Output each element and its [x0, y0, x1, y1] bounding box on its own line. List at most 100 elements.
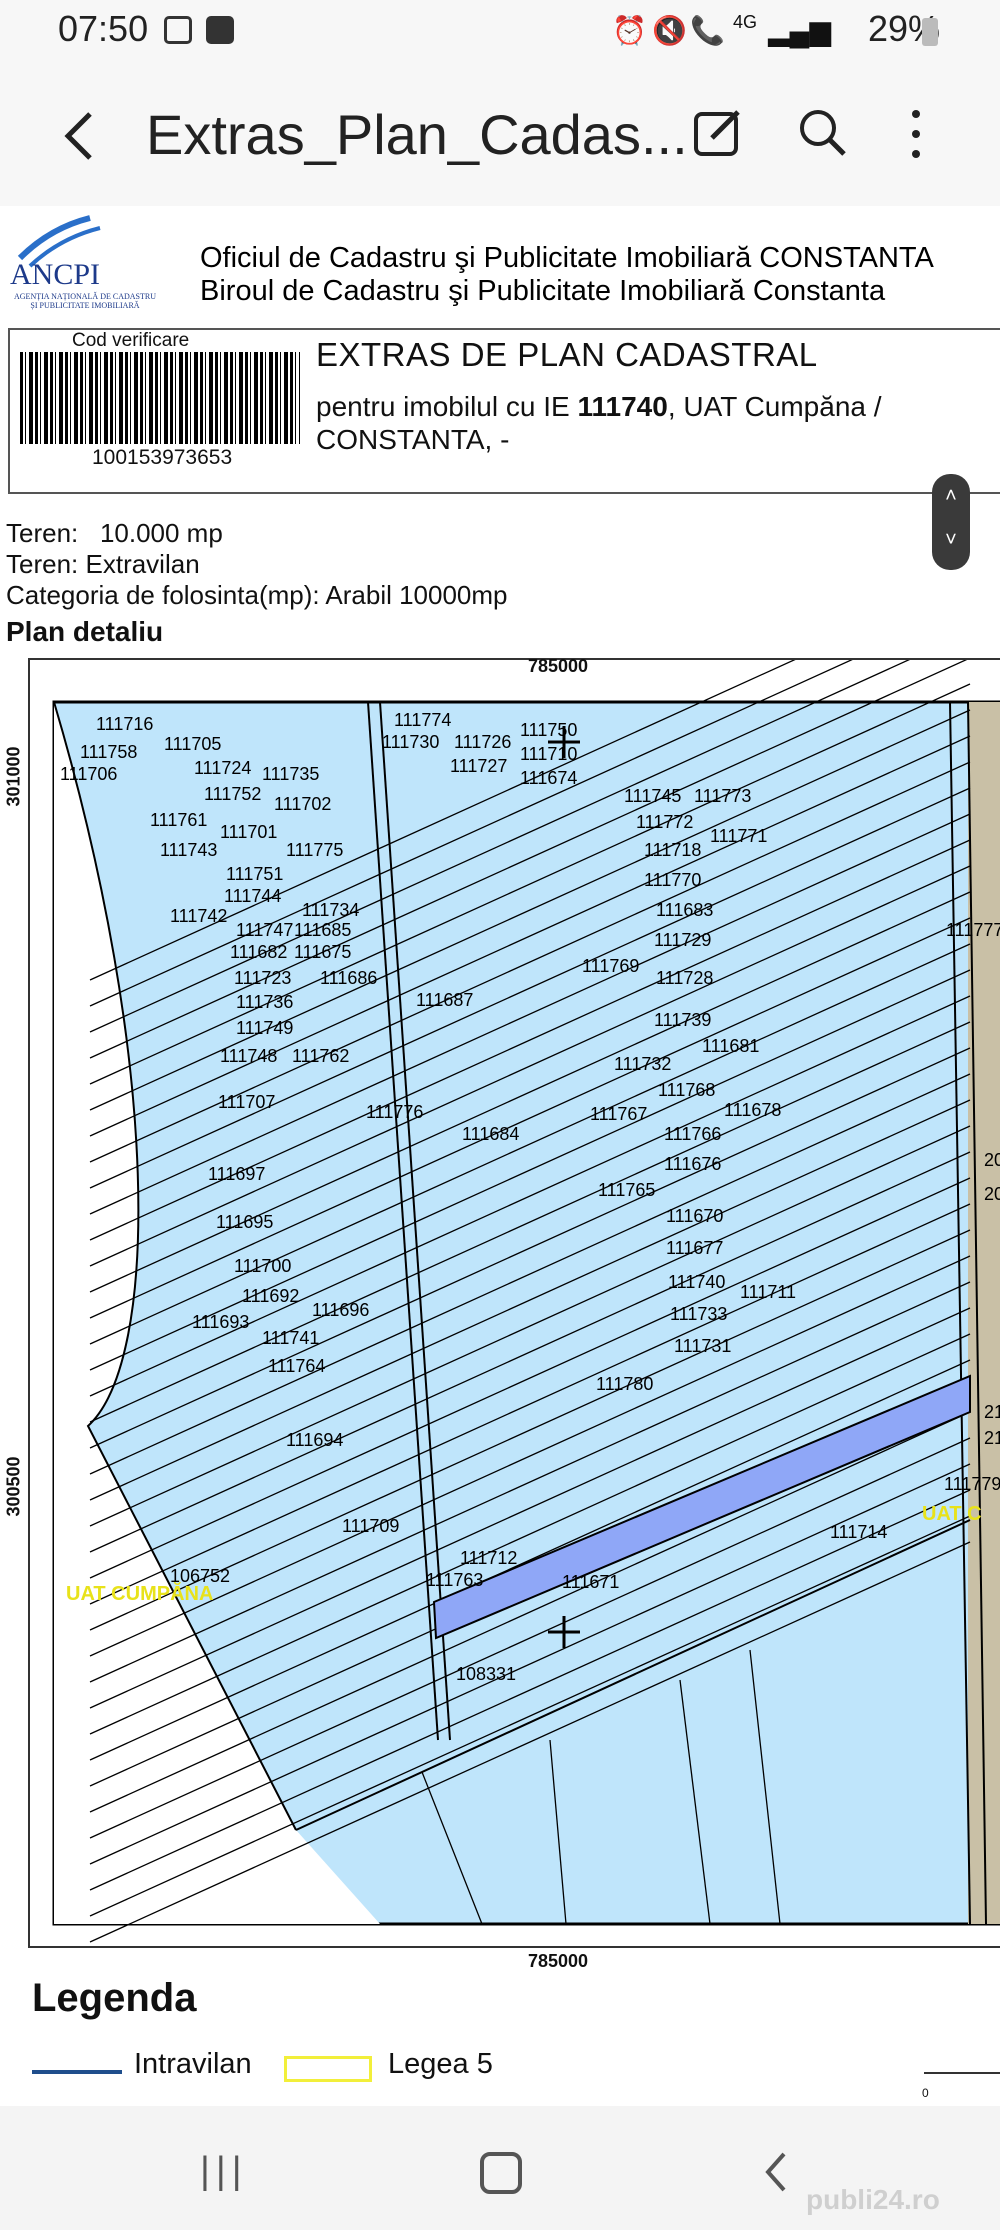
- parcel-label: 111674: [520, 768, 577, 788]
- office-header: Oficiul de Cadastru şi Publicitate Imobi…: [200, 242, 934, 308]
- parcel-label: 108331: [456, 1664, 516, 1684]
- parcel-label: 111770: [644, 870, 701, 890]
- parcel-label: 111685: [294, 920, 351, 940]
- cadastral-map-frame: UAT CUMPĂNA UAT C 111716 111705 111758 111706…: [28, 658, 1000, 1948]
- categoria-label: Categoria de folosinta: [6, 580, 259, 610]
- edit-icon[interactable]: [690, 104, 746, 160]
- parcel-label: 111750: [520, 720, 577, 740]
- parcel-label: 111681: [702, 1036, 759, 1056]
- parcel-label: 111740: [668, 1272, 725, 1292]
- ie-number: 111740: [577, 391, 668, 422]
- plan-title: Plan detaliu: [6, 616, 164, 647]
- categoria-value: (mp): Arabil 10000mp: [258, 580, 508, 610]
- signal-icon: ▂▄▆: [768, 15, 831, 46]
- x-coord-bottom: 785000: [528, 1951, 589, 1971]
- legend-title: Legenda: [32, 1976, 197, 2020]
- parcel-label: 111701: [220, 822, 277, 842]
- office-line-1: Oficiul de Cadastru şi Publicitate Imobi…: [200, 242, 934, 274]
- parcel-label: 111761: [150, 810, 207, 830]
- parcel-label: 111734: [302, 900, 359, 920]
- parcel-label: 111731: [674, 1336, 731, 1356]
- parcel-label: 111752: [204, 784, 261, 804]
- recent-apps-icon[interactable]: |||: [200, 2150, 248, 2193]
- parcel-label-right: 218: [984, 1428, 1000, 1448]
- parcel-label: 111683: [656, 900, 713, 920]
- parcel-label: 111773: [694, 786, 751, 806]
- teren2-label: Teren:: [6, 549, 79, 579]
- parcel-label-right: 218: [984, 1402, 1000, 1422]
- barcode-number: 100153973653: [92, 446, 233, 469]
- parcel-label: 111696: [312, 1300, 369, 1320]
- parcel-label: 111730: [382, 732, 439, 752]
- uat-label-right: UAT C: [922, 1503, 982, 1525]
- nav-back-icon[interactable]: [762, 2150, 792, 2194]
- scroll-up-icon[interactable]: ˄: [932, 474, 970, 518]
- teren-label: Teren:: [6, 518, 79, 548]
- home-icon[interactable]: [480, 2152, 522, 2194]
- search-icon[interactable]: [796, 106, 848, 158]
- parcel-label: 111766: [664, 1124, 721, 1144]
- watermark: publi24.ro: [806, 2184, 940, 2215]
- parcel-label: 111700: [234, 1256, 291, 1276]
- parcel-label: 111695: [216, 1212, 273, 1232]
- back-icon[interactable]: [60, 106, 100, 166]
- categoria-row: Categoria de folosinta(mp): Arabil 10000…: [6, 580, 508, 611]
- logo-subtext: AGENȚIA NAȚIONALĂ DE CADASTRU ȘI PUBLICI…: [14, 292, 156, 310]
- extract-description: pentru imobilul cu IE 111740, UAT Cumpăn…: [316, 390, 996, 456]
- parcel-label: 111777: [946, 920, 1000, 940]
- parcel-label: 111670: [666, 1206, 723, 1226]
- y-coord-2: 300500: [3, 1456, 24, 1517]
- checkbox-icon: [206, 16, 234, 44]
- scale-zero: 0: [922, 2086, 929, 2100]
- scroll-down-icon[interactable]: ˅: [932, 518, 970, 562]
- parcel-label: 111744: [224, 886, 281, 906]
- parcel-label: 111711: [740, 1282, 796, 1302]
- parcel-label: 111772: [636, 812, 693, 832]
- mute-icon: 🔇: [652, 15, 687, 46]
- parcel-label: 111732: [614, 1054, 671, 1074]
- legend-legea5-label: Legea 5: [388, 2048, 493, 2080]
- parcel-label: 111702: [274, 794, 331, 814]
- parcel-label: 111684: [462, 1124, 519, 1144]
- office-line-2: Biroul de Cadastru şi Publicitate Imobil…: [200, 275, 886, 307]
- extract-title: EXTRAS DE PLAN CADASTRAL: [316, 336, 818, 373]
- alarm-icon: ⏰: [612, 15, 647, 46]
- parcel-label: 111758: [80, 742, 137, 762]
- parcel-label: 111714: [830, 1522, 887, 1542]
- app-bar: Extras_Plan_Cadas...: [0, 66, 1000, 207]
- x-coord-top: 785000: [528, 656, 589, 676]
- ancpi-logo: ANCPI AGENȚIA NAȚIONALĂ DE CADASTRU ȘI P…: [10, 208, 160, 328]
- parcel-label: 111675: [294, 942, 351, 962]
- parcel-label-right: 20: [984, 1184, 1000, 1204]
- parcel-label: 111716: [96, 714, 153, 734]
- desc-prefix: pentru imobilul cu IE: [316, 391, 578, 422]
- parcel-label: 111774: [394, 710, 451, 730]
- parcel-label: 111718: [644, 840, 701, 860]
- parcel-label: 111729: [654, 930, 711, 950]
- parcel-label: 111771: [710, 826, 767, 846]
- network-type: 4G: [733, 12, 758, 32]
- barcode: [20, 352, 300, 444]
- parcel-label: 111709: [342, 1516, 399, 1536]
- parcel-label: 111726: [454, 732, 511, 752]
- page-scroll-control[interactable]: ˄ ˅: [932, 474, 970, 570]
- parcel-label: 111723: [234, 968, 291, 988]
- parcel-label: 106752: [170, 1566, 230, 1586]
- document-title: Extras_Plan_Cadas...: [146, 103, 688, 166]
- battery-icon: [922, 18, 938, 46]
- verification-label: Cod verificare: [72, 330, 190, 351]
- parcel-label: 111769: [582, 956, 639, 976]
- parcel-label: 111733: [670, 1304, 727, 1324]
- parcel-label: 111735: [262, 764, 319, 784]
- more-icon[interactable]: [904, 106, 928, 162]
- parcel-label: 111739: [654, 1010, 711, 1030]
- pdf-page[interactable]: ANCPI AGENȚIA NAȚIONALĂ DE CADASTRU ȘI P…: [0, 206, 1000, 2106]
- parcel-label: 111671: [562, 1572, 619, 1592]
- teren-type-row: Teren: Extravilan: [6, 549, 200, 580]
- parcel-label: 111677: [666, 1238, 723, 1258]
- parcel-label: 111743: [160, 840, 217, 860]
- parcel-label: 111710: [520, 744, 577, 764]
- gallery-icon: [164, 16, 192, 44]
- parcel-label-right: 20: [984, 1150, 1000, 1170]
- parcel-label: 111749: [236, 1018, 293, 1038]
